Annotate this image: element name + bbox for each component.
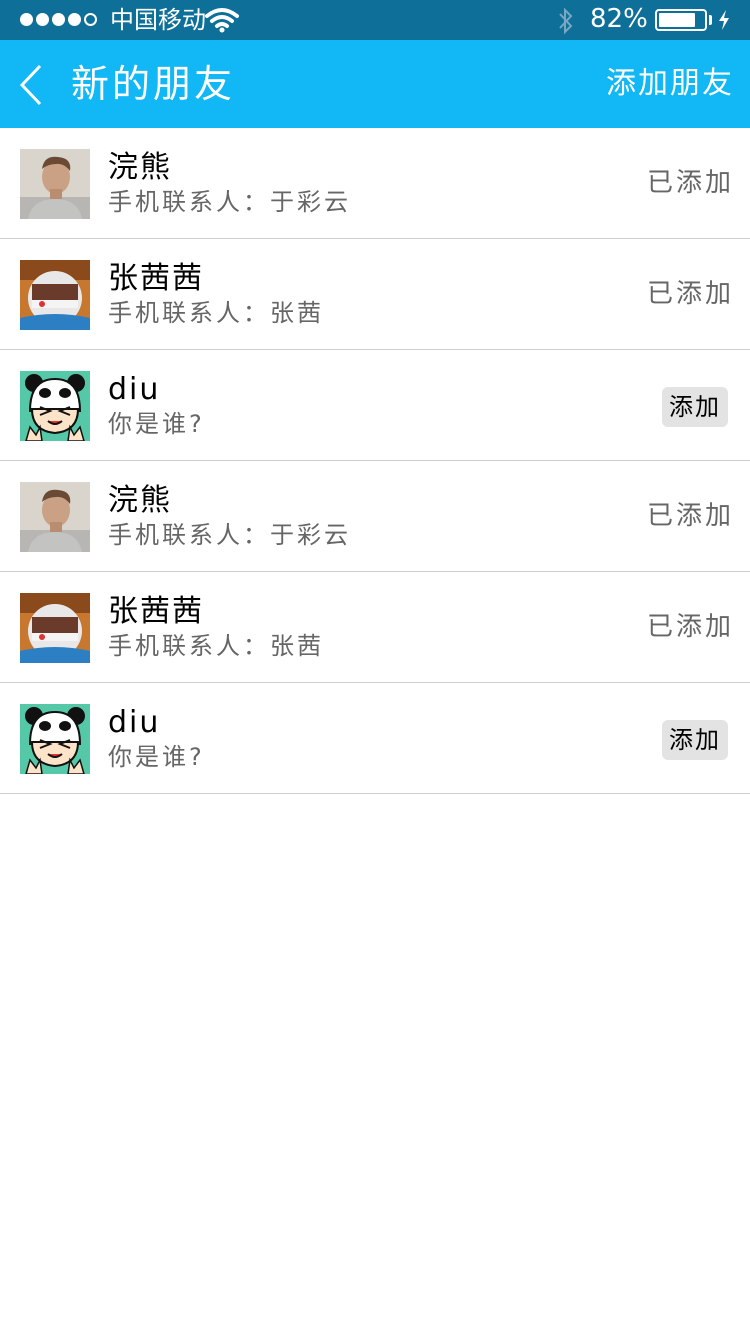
status-bar: 中国移动 82%	[0, 0, 750, 40]
contact-name: diu	[108, 372, 161, 407]
add-button[interactable]: 添加	[662, 720, 728, 760]
list-item[interactable]: 浣熊 手机联系人：于彩云 已添加	[0, 128, 750, 239]
list-item[interactable]: diu 你是谁? 添加	[0, 683, 750, 794]
contact-subtitle: 手机联系人：于彩云	[108, 188, 351, 216]
battery-icon	[655, 9, 707, 31]
contact-subtitle: 手机联系人：于彩云	[108, 521, 351, 549]
signal-strength-icon	[20, 13, 97, 26]
added-status: 已添加	[646, 279, 734, 309]
add-button[interactable]: 添加	[662, 387, 728, 427]
contact-subtitle: 你是谁?	[108, 410, 205, 438]
chevron-left-icon[interactable]	[18, 64, 44, 106]
contact-name: 浣熊	[108, 483, 172, 518]
contact-name: 张茜茜	[108, 261, 204, 296]
contact-subtitle: 手机联系人：张茜	[108, 632, 324, 660]
list-item[interactable]: 浣熊 手机联系人：于彩云 已添加	[0, 461, 750, 572]
contact-name: diu	[108, 705, 161, 740]
charging-icon	[719, 10, 729, 30]
add-friend-button[interactable]: 添加朋友	[606, 64, 734, 104]
contact-name: 张茜茜	[108, 594, 204, 629]
avatar	[20, 482, 90, 552]
avatar	[20, 704, 90, 774]
new-friends-list: 浣熊 手机联系人：于彩云 已添加 张茜茜 手机联系人：张茜 已添加 diu 你是…	[0, 128, 750, 794]
list-item[interactable]: 张茜茜 手机联系人：张茜 已添加	[0, 239, 750, 350]
contact-name: 浣熊	[108, 150, 172, 185]
added-status: 已添加	[646, 168, 734, 198]
avatar	[20, 371, 90, 441]
page-title: 新的朋友	[71, 62, 236, 106]
carrier-name: 中国移动	[110, 6, 206, 34]
battery-percentage: 82%	[590, 4, 648, 34]
avatar	[20, 149, 90, 219]
added-status: 已添加	[646, 501, 734, 531]
navigation-bar: 新的朋友 添加朋友	[0, 40, 750, 128]
list-item[interactable]: diu 你是谁? 添加	[0, 350, 750, 461]
battery-tip	[709, 15, 712, 25]
contact-subtitle: 你是谁?	[108, 743, 205, 771]
list-item[interactable]: 张茜茜 手机联系人：张茜 已添加	[0, 572, 750, 683]
avatar	[20, 593, 90, 663]
avatar	[20, 260, 90, 330]
contact-subtitle: 手机联系人：张茜	[108, 299, 324, 327]
wifi-icon	[205, 8, 239, 33]
bluetooth-icon	[559, 7, 573, 35]
added-status: 已添加	[646, 612, 734, 642]
